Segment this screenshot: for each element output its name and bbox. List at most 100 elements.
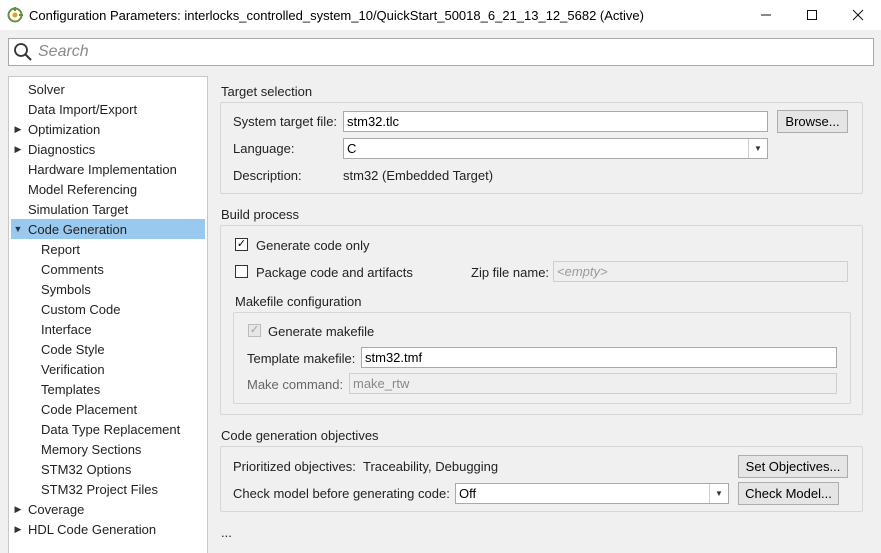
- close-button[interactable]: [835, 0, 881, 30]
- build-process-panel: ✓ Generate code only Package code and ar…: [220, 225, 863, 415]
- minimize-button[interactable]: [743, 0, 789, 30]
- description-label: Description:: [233, 168, 302, 183]
- template-makefile-field[interactable]: stm32.tmf: [361, 347, 837, 368]
- tree-item-hdl-code-generation[interactable]: ▶ HDL Code Generation: [11, 519, 205, 539]
- more-ellipsis: ...: [221, 525, 232, 540]
- tree-item-label: Memory Sections: [41, 441, 142, 457]
- generate-makefile-checkbox[interactable]: ✓: [248, 324, 261, 337]
- prioritized-objectives-value: Traceability, Debugging: [363, 459, 499, 474]
- check-model-label: Check model before generating code:: [233, 486, 450, 501]
- system-target-file-field[interactable]: stm32.tlc: [343, 111, 768, 132]
- check-model-button[interactable]: Check Model...: [738, 482, 839, 505]
- maximize-button[interactable]: [789, 0, 835, 30]
- generate-code-only-label: Generate code only: [256, 238, 370, 253]
- target-selection-panel: System target file: stm32.tlc Browse... …: [220, 102, 863, 194]
- tree-item-custom-code[interactable]: Custom Code: [11, 299, 205, 319]
- tree-item-code-placement[interactable]: Code Placement: [11, 399, 205, 419]
- check-model-value: Off: [459, 486, 477, 501]
- maximize-icon: [807, 10, 817, 20]
- tree-item-label: Data Import/Export: [28, 101, 138, 117]
- generate-makefile-label: Generate makefile: [268, 324, 375, 339]
- tree-item-model-referencing[interactable]: Model Referencing: [11, 179, 205, 199]
- package-code-label: Package code and artifacts: [256, 265, 413, 280]
- tree-item-comments[interactable]: Comments: [11, 259, 205, 279]
- collapse-arrow-icon[interactable]: ▼: [13, 224, 23, 234]
- expand-arrow-icon[interactable]: ▶: [13, 504, 23, 515]
- browse-button[interactable]: Browse...: [777, 110, 848, 133]
- window-title: Configuration Parameters: interlocks_con…: [29, 7, 644, 23]
- tree-item-code-generation[interactable]: ▼ Code Generation: [11, 219, 205, 239]
- language-label: Language:: [233, 141, 295, 156]
- tree-item-label: Code Placement: [41, 401, 138, 417]
- target-selection-heading: Target selection: [221, 84, 313, 99]
- tree-item-stm32-options[interactable]: STM32 Options: [11, 459, 205, 479]
- tree-item-memory-sections[interactable]: Memory Sections: [11, 439, 205, 459]
- tree-item-hardware-implementation[interactable]: Hardware Implementation: [11, 159, 205, 179]
- set-objectives-button[interactable]: Set Objectives...: [738, 455, 848, 478]
- tree-item-label: Verification: [41, 361, 105, 377]
- title-bar: Configuration Parameters: interlocks_con…: [0, 0, 881, 30]
- tree-item-label: STM32 Project Files: [41, 481, 159, 497]
- tree-item-label: HDL Code Generation: [28, 521, 157, 537]
- settings-content: Target selection System target file: stm…: [220, 76, 865, 553]
- tree-item-simulation-target[interactable]: Simulation Target: [11, 199, 205, 219]
- system-target-file-label: System target file:: [233, 114, 338, 129]
- tree-item-label: Templates: [41, 381, 101, 397]
- window-controls: [743, 0, 881, 30]
- makefile-configuration-heading: Makefile configuration: [235, 294, 362, 309]
- tree-item-diagnostics[interactable]: ▶ Diagnostics: [11, 139, 205, 159]
- template-makefile-label: Template makefile:: [247, 351, 356, 366]
- tree-item-solver[interactable]: Solver: [11, 79, 205, 99]
- tree-item-label: Simulation Target: [28, 201, 129, 217]
- tree-item-label: Custom Code: [41, 301, 121, 317]
- build-process-heading: Build process: [221, 207, 300, 222]
- description-value: stm32 (Embedded Target): [343, 168, 494, 183]
- generate-code-only-checkbox[interactable]: ✓: [235, 238, 248, 251]
- search-icon: [14, 43, 32, 61]
- tree-item-label: Symbols: [41, 281, 91, 297]
- make-command-field[interactable]: make_rtw: [349, 373, 837, 394]
- tree-item-templates[interactable]: Templates: [11, 379, 205, 399]
- minimize-icon: [761, 14, 771, 16]
- objectives-panel: Prioritized objectives: Traceability, De…: [220, 446, 863, 512]
- prioritized-objectives-label: Prioritized objectives:: [233, 459, 356, 474]
- tree-item-coverage[interactable]: ▶ Coverage: [11, 499, 205, 519]
- tree-item-label: Data Type Replacement: [41, 421, 181, 437]
- tree-item-label: Diagnostics: [28, 141, 96, 157]
- tree-item-label: Hardware Implementation: [28, 161, 177, 177]
- tree-item-label: Code Style: [41, 341, 105, 357]
- tree-item-label: Comments: [41, 261, 104, 277]
- language-dropdown[interactable]: C ▼: [343, 138, 768, 159]
- tree-item-interface[interactable]: Interface: [11, 319, 205, 339]
- tree-item-symbols[interactable]: Symbols: [11, 279, 205, 299]
- chevron-down-icon[interactable]: ▼: [748, 139, 767, 158]
- tree-item-data-import-export[interactable]: Data Import/Export: [11, 99, 205, 119]
- tree-item-data-type-replacement[interactable]: Data Type Replacement: [11, 419, 205, 439]
- tree-item-report[interactable]: Report: [11, 239, 205, 259]
- tree-item-verification[interactable]: Verification: [11, 359, 205, 379]
- expand-arrow-icon[interactable]: ▶: [13, 124, 23, 135]
- package-code-checkbox[interactable]: [235, 265, 248, 278]
- tree-item-label: Interface: [41, 321, 92, 337]
- tree-item-label: Report: [41, 241, 81, 257]
- tree-item-label: Model Referencing: [28, 181, 138, 197]
- makefile-configuration-panel: ✓ Generate makefile Template makefile: s…: [233, 312, 851, 404]
- tree-item-code-style[interactable]: Code Style: [11, 339, 205, 359]
- zip-file-name-label: Zip file name:: [471, 265, 550, 280]
- close-icon: [852, 9, 864, 21]
- tree-item-label: Coverage: [28, 501, 85, 517]
- simulink-app-icon: [7, 7, 23, 23]
- expand-arrow-icon[interactable]: ▶: [13, 144, 23, 155]
- tree-item-stm32-project-files[interactable]: STM32 Project Files: [11, 479, 205, 499]
- check-model-dropdown[interactable]: Off ▼: [455, 483, 729, 504]
- chevron-down-icon[interactable]: ▼: [709, 484, 728, 503]
- search-input[interactable]: [38, 43, 838, 61]
- objectives-heading: Code generation objectives: [221, 428, 379, 443]
- language-value: C: [347, 141, 357, 156]
- tree-item-label: STM32 Options: [41, 461, 132, 477]
- tree-item-optimization[interactable]: ▶ Optimization: [11, 119, 205, 139]
- zip-file-name-field[interactable]: <empty>: [553, 261, 848, 282]
- tree-item-label: Solver: [28, 81, 65, 97]
- tree-item-label: Optimization: [28, 121, 101, 137]
- expand-arrow-icon[interactable]: ▶: [13, 524, 23, 535]
